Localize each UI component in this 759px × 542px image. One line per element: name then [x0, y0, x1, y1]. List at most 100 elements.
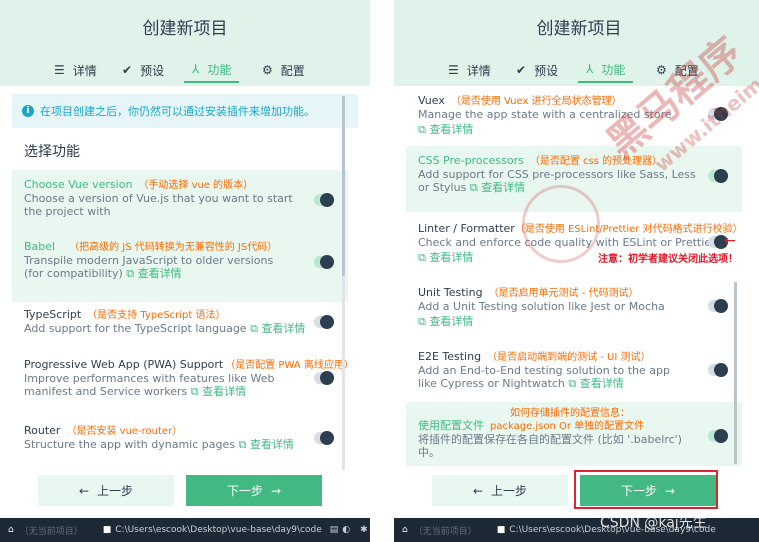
tab-presets[interactable]: ✔ 预设: [122, 57, 164, 83]
info-banner: i 在项目创建之后，你仍然可以通过安装插件来增加功能。: [12, 94, 358, 128]
feature-unit-testing[interactable]: Unit Testing （是否启用单元测试 - 代码测试） Add a Unit…: [406, 284, 742, 336]
feature-name: E2E Testing: [418, 350, 482, 363]
feature-toggle[interactable]: [314, 255, 334, 269]
tab-features[interactable]: ⅄ 功能: [578, 57, 634, 83]
scrollbar[interactable]: [342, 96, 345, 470]
tab-bar: ☰ 详情 ✔ 预设 ⅄ 功能 ⚙ 配置: [0, 57, 370, 83]
features-list: Vuex （是否使用 Vuex 进行全局状态管理） Manage the app …: [394, 86, 759, 470]
tab-config[interactable]: ⚙ 配置: [262, 57, 305, 83]
feature-note: （是否使用 Vuex 进行全局状态管理）: [450, 96, 622, 107]
scrollbar[interactable]: [734, 282, 737, 464]
feature-note: （是否配置 PWA 离线应用）: [225, 360, 354, 371]
section-title: 选择功能: [24, 144, 80, 160]
more-label: 查看详情: [429, 123, 474, 136]
arrow-left-icon: ←: [78, 483, 90, 498]
theme-icon[interactable]: ◐: [342, 525, 350, 535]
arrow-left-icon: ←: [724, 233, 736, 249]
feature-toggle[interactable]: [314, 431, 334, 445]
more-label: 查看详情: [579, 377, 624, 390]
config-name-note: package.json Or 单独的配置文件: [490, 421, 645, 432]
feature-desc: Structure the app with dynamic pages ⧉ 查…: [24, 438, 348, 451]
feature-note: （是否启用单元测试 - 代码测试）: [488, 288, 639, 299]
tab-presets[interactable]: ✔ 预设: [516, 57, 558, 83]
page-title: 创建新项目: [142, 19, 228, 39]
more-link[interactable]: ⧉ 查看详情: [191, 385, 246, 398]
tab-details[interactable]: ☰ 详情: [54, 57, 97, 83]
header: 创建新项目 ☰ 详情 ✔ 预设 ⅄ 功能 ⚙ 配置: [0, 0, 370, 86]
toggle-knob: [714, 169, 728, 183]
feature-name: Unit Testing: [418, 286, 483, 299]
prev-button[interactable]: ← 上一步: [432, 475, 568, 506]
more-label: 查看详情: [261, 322, 306, 335]
more-link[interactable]: ⧉ 查看详情: [470, 181, 525, 194]
feature-toggle[interactable]: [314, 315, 334, 329]
prev-button[interactable]: ← 上一步: [38, 475, 174, 506]
scrollbar-thumb[interactable]: [342, 96, 345, 276]
feature-note: （是否安装 vue-router）: [66, 426, 183, 437]
arrow-right-icon: →: [270, 483, 282, 498]
toggle-knob: [714, 363, 728, 377]
features-list: i 在项目创建之后，你仍然可以通过安装插件来增加功能。 选择功能 Choose V…: [0, 86, 370, 470]
feature-name: Babel: [24, 240, 56, 253]
branch-icon: ⅄: [192, 62, 200, 76]
status-path[interactable]: C:\Users\escook\Desktop\vue-base\day9\co…: [115, 525, 321, 535]
feature-e2e-testing[interactable]: E2E Testing （是否启动端到端的测试 - UI 测试） Add an E…: [406, 348, 742, 400]
feature-toggle[interactable]: [708, 363, 728, 377]
left-panel: 创建新项目 ☰ 详情 ✔ 预设 ⅄ 功能 ⚙ 配置 i 在项目创建之后，你仍然可以通过安装…: [0, 0, 370, 542]
feature-note: （手动选择 vue 的版本）: [138, 180, 254, 191]
watermark-credit: CSDN @kaj先生: [600, 515, 707, 531]
bug-icon[interactable]: ✱: [360, 525, 368, 535]
toggle-knob: [714, 429, 728, 443]
watermark-logo: [522, 185, 600, 263]
feature-pwa[interactable]: Progressive Web App (PWA) Support （是否配置 P…: [12, 354, 354, 408]
toggle-knob: [320, 315, 334, 329]
feature-toggle[interactable]: [314, 371, 334, 385]
feature-toggle[interactable]: [708, 299, 728, 313]
toggle-knob: [320, 193, 334, 207]
feature-desc: Add support for the TypeScript language …: [24, 322, 348, 335]
config-note: 如何存储插件的配置信息：: [510, 408, 630, 419]
toggle-knob: [714, 299, 728, 313]
next-button[interactable]: 下一步 →: [580, 475, 716, 506]
more-link[interactable]: ⧉ 查看详情: [568, 377, 623, 390]
next-label: 下一步: [226, 484, 263, 498]
status-project: （无当前项目）: [19, 526, 83, 537]
config-storage[interactable]: 如何存储插件的配置信息： 使用配置文件 package.json Or 单独的配置…: [406, 402, 742, 466]
more-link[interactable]: ⧉ 查看详情: [238, 438, 293, 451]
prev-label: 上一步: [491, 484, 528, 498]
more-label: 查看详情: [429, 315, 474, 328]
feature-babel[interactable]: Babel （把高级的 JS 代码转换为无兼容性的 JS代码） Transpile…: [12, 232, 348, 302]
status-bar: ⌂ （无当前项目） ■ C:\Users\escook\Desktop\vue-…: [0, 518, 370, 542]
feature-toggle[interactable]: [314, 193, 334, 207]
feature-note: （是否启动端到端的测试 - UI 测试）: [487, 352, 651, 363]
feature-router[interactable]: Router （是否安装 vue-router） Structure the ap…: [12, 420, 348, 464]
feature-note: （是否支持 TypeScript 语法）: [87, 310, 226, 321]
more-link[interactable]: ⧉ 查看详情: [126, 267, 181, 280]
feature-toggle[interactable]: [708, 169, 728, 183]
gap: [370, 0, 394, 542]
scrollbar-thumb[interactable]: [734, 282, 737, 464]
feature-name: Linter / Formatter: [418, 222, 515, 235]
settings-box-icon: ⚙: [262, 63, 273, 77]
prev-label: 上一步: [97, 484, 134, 498]
feature-name: CSS Pre-processors: [418, 154, 524, 167]
folder-icon: ■: [496, 525, 506, 535]
toggle-knob: [320, 255, 334, 269]
tab-features[interactable]: ⅄ 功能: [184, 57, 240, 83]
home-icon[interactable]: ⌂: [402, 525, 408, 535]
more-label: 查看详情: [249, 438, 294, 451]
info-icon: i: [22, 105, 34, 117]
arrow-right-icon: →: [664, 483, 676, 498]
home-icon[interactable]: ⌂: [8, 525, 14, 535]
more-label: 查看详情: [481, 181, 526, 194]
next-button[interactable]: 下一步 →: [186, 475, 322, 506]
terminal-icon[interactable]: ▤: [330, 525, 339, 535]
more-link[interactable]: ⧉ 查看详情: [250, 322, 305, 335]
tab-details[interactable]: ☰ 详情: [448, 57, 491, 83]
feature-typescript[interactable]: TypeScript （是否支持 TypeScript 语法） Add suppo…: [12, 304, 348, 348]
check-circle-icon: ✔: [516, 63, 527, 77]
config-toggle[interactable]: [708, 429, 728, 443]
feature-vue-version[interactable]: Choose Vue version （手动选择 vue 的版本） Choose …: [12, 170, 348, 240]
more-link[interactable]: ⧉ 查看详情: [418, 313, 742, 329]
config-desc: 将插件的配置保存在各自的配置文件 (比如 '.babelrc') 中。: [418, 433, 682, 459]
